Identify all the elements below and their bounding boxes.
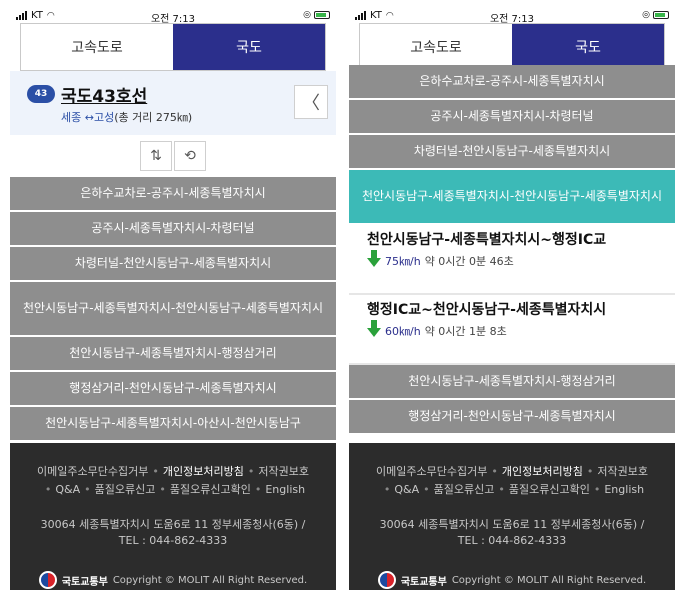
segment-item[interactable]: 행정삼거리-천안시동남구-세종특별자치시 bbox=[10, 372, 336, 407]
footer-link-english[interactable]: English bbox=[604, 483, 644, 496]
segment-list: 은하수교차로-공주시-세종특별자치시 공주시-세종특별자치시-차령터널 차령터널… bbox=[349, 65, 675, 435]
molit-logo-icon bbox=[38, 571, 57, 589]
footer-link-qna[interactable]: Q&A bbox=[55, 483, 80, 496]
reverse-direction-button[interactable]: ⇅ bbox=[140, 141, 172, 171]
segment-item-active[interactable]: 천안시동남구-세종특별자치시-천안시동남구-세종특별자치시 bbox=[349, 170, 675, 225]
tel-text: TEL : 044-862-4333 bbox=[118, 534, 228, 547]
route-length: (총 거리 275㎞) bbox=[114, 111, 193, 124]
route-name[interactable]: 국도43호선 bbox=[61, 82, 147, 107]
copyright-text: Copyright © MOLIT All Right Reserved. bbox=[112, 574, 308, 586]
site-footer: 이메일주소무단수집거부 • 개인정보처리방침 • 저작권보호 • Q&A • 품질오류신고 • 품… bbox=[349, 443, 675, 590]
road-type-tabs: 고속도로 국도 bbox=[20, 23, 326, 71]
address-text: 30064 세종특별자치시 도움6로 11 정부세종청사(6동) / bbox=[379, 518, 645, 531]
segment-item[interactable]: 공주시-세종특별자치시-차령터널 bbox=[349, 100, 675, 135]
route-header: 43 국도43호선 세종 ↔고성(총 거리 275㎞) 〈 bbox=[10, 71, 336, 135]
status-bar: KT ◠ 오전 7:13 ◎ bbox=[349, 10, 675, 25]
footer-link-copyright[interactable]: 저작권보호 bbox=[258, 465, 309, 478]
segment-detail: 행정IC교~천안시동남구-세종특별자치시 60㎞/h 약 0시간 1분 8초 bbox=[349, 295, 675, 365]
segment-detail: 천안시동남구-세종특별자치시~행정IC교 75㎞/h 약 0시간 0분 46초 bbox=[349, 225, 675, 295]
segment-item[interactable]: 차령터널-천안시동남구-세종특별자치시 bbox=[349, 135, 675, 170]
detail-speed: 60㎞/h bbox=[385, 324, 421, 338]
tab-national-road[interactable]: 국도 bbox=[173, 24, 325, 70]
footer-link-qna[interactable]: Q&A bbox=[394, 483, 419, 496]
segment-item[interactable]: 행정삼거리-천안시동남구-세종특별자치시 bbox=[349, 400, 675, 435]
swap-vertical-icon: ⇅ bbox=[150, 148, 162, 164]
footer-link-error-report[interactable]: 품질오류신고 bbox=[434, 483, 495, 496]
footer-address: 30064 세종특별자치시 도움6로 11 정부세종청사(6동) / TEL : … bbox=[10, 517, 336, 549]
molit-logo-text: 국토교통부 bbox=[61, 576, 108, 588]
phone-screen-right: KT ◠ 오전 7:13 ◎ 고속도로 국도 은하수교차로-공주시-세종특별자치시… bbox=[349, 10, 675, 590]
detail-title: 천안시동남구-세종특별자치시~행정IC교 bbox=[367, 232, 607, 248]
segment-item[interactable]: 차령터널-천안시동남구-세종특별자치시 bbox=[10, 247, 336, 282]
detail-stat: 75㎞/h 약 0시간 0분 46초 bbox=[367, 250, 659, 269]
back-button[interactable]: 〈 bbox=[294, 85, 328, 119]
footer-link-english[interactable]: English bbox=[265, 483, 305, 496]
footer-link-email-policy[interactable]: 이메일주소무단수집거부 bbox=[37, 465, 148, 478]
alarm-icon: ◎ bbox=[642, 10, 650, 20]
battery-icon bbox=[314, 11, 330, 19]
segment-item[interactable]: 공주시-세종특별자치시-차령터널 bbox=[10, 212, 336, 247]
arrow-down-icon bbox=[367, 320, 381, 338]
route-summary: 세종 ↔고성(총 거리 275㎞) bbox=[61, 109, 192, 125]
site-footer: 이메일주소무단수집거부 • 개인정보처리방침 • 저작권보호 • Q&A • 품질오류신고 • 품… bbox=[10, 443, 336, 590]
molit-logo-icon bbox=[377, 571, 396, 589]
status-bar: KT ◠ 오전 7:13 ◎ bbox=[10, 10, 336, 25]
segment-item[interactable]: 천안시동남구-세종특별자치시-천안시동남구-세종특별자치시 bbox=[10, 282, 336, 337]
footer-link-privacy[interactable]: 개인정보처리방침 bbox=[163, 465, 244, 478]
footer-link-error-report[interactable]: 품질오류신고 bbox=[95, 483, 156, 496]
footer-bottom: 국토교통부 Copyright © MOLIT All Right Reserve… bbox=[10, 569, 336, 590]
battery-icon bbox=[653, 11, 669, 19]
footer-address: 30064 세종특별자치시 도움6로 11 정부세종청사(6동) / TEL : … bbox=[349, 517, 675, 549]
road-type-tabs: 고속도로 국도 bbox=[359, 23, 665, 71]
arrow-down-icon bbox=[367, 250, 381, 268]
detail-title: 행정IC교~천안시동남구-세종특별자치시 bbox=[367, 302, 607, 318]
footer-links: 이메일주소무단수집거부 • 개인정보처리방침 • 저작권보호 • Q&A • 품질오류신고 • 품… bbox=[37, 465, 309, 496]
tab-national-road[interactable]: 국도 bbox=[512, 24, 664, 70]
molit-logo-text: 국토교통부 bbox=[400, 576, 447, 588]
copyright-text: Copyright © MOLIT All Right Reserved. bbox=[451, 574, 647, 586]
segment-item[interactable]: 천안시동남구-세종특별자치시-행정삼거리 bbox=[349, 365, 675, 400]
refresh-icon: ⟲ bbox=[184, 148, 196, 164]
direction-controls: ⇅ ⟲ bbox=[10, 135, 336, 177]
refresh-button[interactable]: ⟲ bbox=[174, 141, 206, 171]
detail-stat: 60㎞/h 약 0시간 1분 8초 bbox=[367, 320, 659, 339]
tab-expressway[interactable]: 고속도로 bbox=[21, 24, 173, 70]
segment-list: 은하수교차로-공주시-세종특별자치시 공주시-세종특별자치시-차령터널 차령터널… bbox=[10, 177, 336, 442]
footer-bottom: 국토교통부 Copyright © MOLIT All Right Reserve… bbox=[349, 569, 675, 590]
detail-speed: 75㎞/h bbox=[385, 254, 421, 268]
chevron-left-icon: 〈 bbox=[302, 93, 320, 114]
footer-link-error-check[interactable]: 품질오류신고확인 bbox=[509, 483, 590, 496]
footer-link-email-policy[interactable]: 이메일주소무단수집거부 bbox=[376, 465, 487, 478]
alarm-icon: ◎ bbox=[303, 10, 311, 20]
footer-link-privacy[interactable]: 개인정보처리방침 bbox=[502, 465, 583, 478]
segment-item[interactable]: 천안시동남구-세종특별자치시-아산시-천안시동남구 bbox=[10, 407, 336, 442]
detail-time: 약 0시간 1분 8초 bbox=[424, 324, 507, 338]
phone-screen-left: KT ◠ 오전 7:13 ◎ 고속도로 국도 43 국도43호선 세종 ↔고성(총… bbox=[10, 10, 336, 590]
address-text: 30064 세종특별자치시 도움6로 11 정부세종청사(6동) / bbox=[40, 518, 306, 531]
footer-link-copyright[interactable]: 저작권보호 bbox=[597, 465, 648, 478]
segment-item[interactable]: 은하수교차로-공주시-세종특별자치시 bbox=[10, 177, 336, 212]
detail-time: 약 0시간 0분 46초 bbox=[424, 254, 514, 268]
tel-text: TEL : 044-862-4333 bbox=[457, 534, 567, 547]
footer-link-error-check[interactable]: 품질오류신고확인 bbox=[170, 483, 251, 496]
segment-item[interactable]: 은하수교차로-공주시-세종특별자치시 bbox=[349, 65, 675, 100]
segment-item[interactable]: 천안시동남구-세종특별자치시-행정삼거리 bbox=[10, 337, 336, 372]
route-endpoints: 세종 ↔고성 bbox=[61, 111, 115, 124]
footer-links: 이메일주소무단수집거부 • 개인정보처리방침 • 저작권보호 • Q&A • 품질오류신고 • 품… bbox=[376, 465, 648, 496]
route-number-badge: 43 bbox=[27, 85, 55, 103]
tab-expressway[interactable]: 고속도로 bbox=[360, 24, 512, 70]
